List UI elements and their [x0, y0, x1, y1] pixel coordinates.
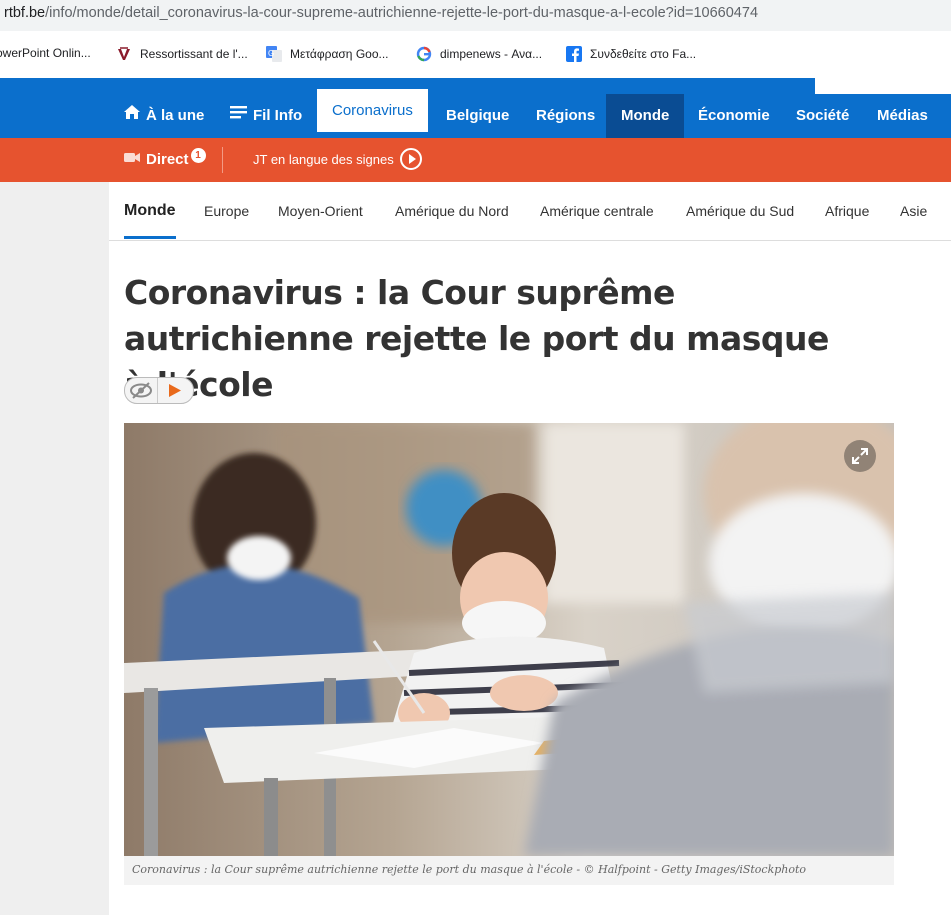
- svg-text:G: G: [268, 49, 274, 58]
- facebook-icon: [566, 46, 582, 62]
- separator: [157, 378, 158, 403]
- nav-economie[interactable]: Économie: [698, 94, 770, 138]
- subnav-monde[interactable]: Monde: [124, 202, 176, 220]
- home-icon: [124, 93, 140, 137]
- play-icon: [169, 384, 181, 402]
- expand-photo-button[interactable]: [844, 440, 876, 472]
- left-gutter: [0, 182, 109, 915]
- nav-belgique[interactable]: Belgique: [446, 94, 509, 138]
- nav-coronavirus[interactable]: Coronavirus: [317, 89, 428, 132]
- url-text[interactable]: rtbf.be/info/monde/detail_coronavirus-la…: [4, 5, 758, 21]
- expand-icon: [852, 448, 868, 469]
- bookmark-powerpoint[interactable]: owerPoint Onlin...: [0, 46, 91, 60]
- article-title: Coronavirus : la Cour suprême autrichien…: [124, 273, 829, 404]
- nav-societe[interactable]: Société: [796, 94, 849, 138]
- bookmark-dimpenews[interactable]: dimpenews - Ανα...: [416, 46, 542, 62]
- google-icon: [416, 46, 432, 62]
- camera-icon: [124, 137, 140, 181]
- nav-regions[interactable]: Régions: [536, 94, 595, 138]
- direct-count-badge: 1: [190, 148, 206, 163]
- play-circle-icon: [399, 148, 422, 171]
- google-translate-icon: G: [266, 46, 282, 62]
- bookmark-google-translate[interactable]: G Μετάφραση Goo...: [266, 46, 389, 62]
- list-icon: [230, 93, 247, 137]
- university-icon: [116, 46, 132, 62]
- subnav-active-underline: [124, 236, 176, 239]
- live-divider: [222, 147, 223, 173]
- subnav-europe[interactable]: Europe: [204, 203, 249, 219]
- subnav-afrique[interactable]: Afrique: [825, 203, 869, 219]
- jt-langue-signes-link[interactable]: JT en langue des signes: [253, 138, 422, 182]
- direct-button[interactable]: Direct 1: [124, 138, 206, 182]
- photo-illustration: [124, 423, 894, 856]
- nav-fil-info[interactable]: Fil Info: [230, 94, 302, 138]
- nav-monde[interactable]: Monde: [606, 94, 685, 138]
- photo-caption: Coronavirus : la Cour suprême autrichien…: [132, 863, 807, 876]
- article-photo[interactable]: [124, 423, 894, 856]
- address-bar[interactable]: rtbf.be/info/monde/detail_coronavirus-la…: [0, 0, 951, 31]
- bookmark-ressortissant[interactable]: Ressortissant de l'...: [116, 46, 248, 62]
- nav-medias[interactable]: Médias: [877, 94, 928, 138]
- listen-toggle[interactable]: [124, 377, 194, 404]
- subnav-asie[interactable]: Asie: [900, 203, 927, 219]
- nav-a-la-une[interactable]: À la une: [124, 94, 204, 138]
- bookmarks-bar: owerPoint Onlin... Ressortissant de l'..…: [0, 31, 951, 79]
- subnav-amerique-du-sud[interactable]: Amérique du Sud: [686, 203, 794, 219]
- eye-slash-icon: [129, 382, 153, 404]
- subnav-amerique-centrale[interactable]: Amérique centrale: [540, 203, 654, 219]
- nav-top-strip: [0, 78, 951, 94]
- bookmark-facebook[interactable]: Συνδεθείτε στο Fa...: [566, 46, 696, 62]
- subnav-moyen-orient[interactable]: Moyen-Orient: [278, 203, 363, 219]
- subnav-amerique-du-nord[interactable]: Amérique du Nord: [395, 203, 509, 219]
